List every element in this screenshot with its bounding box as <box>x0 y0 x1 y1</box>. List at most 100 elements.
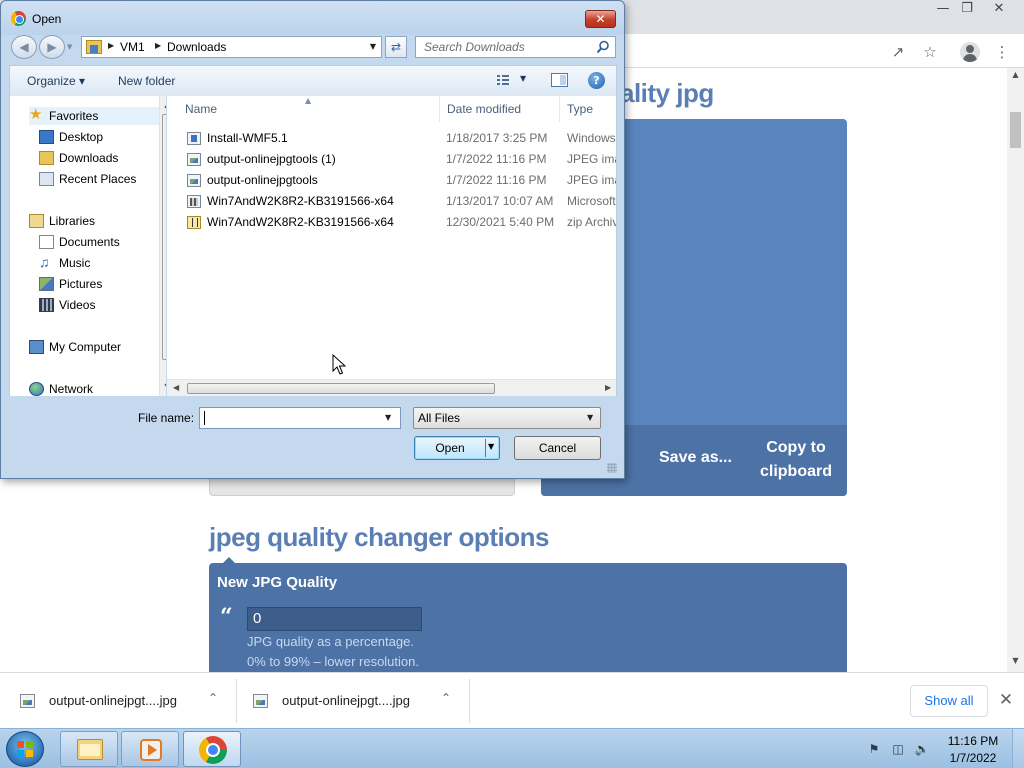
forward-button[interactable]: ▶ <box>39 35 65 59</box>
page-scroll-thumb[interactable] <box>1010 112 1021 148</box>
dialog-title: Open <box>32 12 62 26</box>
show-all-button[interactable]: Show all <box>910 685 988 717</box>
file-type-select[interactable]: All Files ▼ <box>413 407 601 429</box>
nav-scroll-thumb[interactable] <box>162 114 166 360</box>
nav-label: Desktop <box>59 130 104 144</box>
scroll-down-icon[interactable]: ▼ <box>163 382 166 391</box>
file-date: 1/13/2017 10:07 AM <box>446 194 554 208</box>
chevron-down-icon[interactable]: ▼ <box>385 413 391 422</box>
file-row[interactable]: Win7AndW2K8R2-KB3191566-x64 1/13/2017 10… <box>183 192 616 211</box>
close-dialog-button[interactable]: ✕ <box>585 10 616 28</box>
chrome-icon <box>199 736 227 764</box>
open-button-label: Open <box>435 441 465 455</box>
download-item[interactable]: output-onlinejpgt....jpg ⌃ <box>233 673 469 729</box>
image-file-icon <box>187 174 201 187</box>
chevron-up-icon[interactable]: ⌃ <box>205 691 221 709</box>
chevron-down-icon[interactable]: ▼ <box>488 442 494 451</box>
help-icon[interactable]: ? <box>588 72 605 89</box>
back-button[interactable]: ◀ <box>11 35 37 59</box>
chevron-up-icon[interactable]: ⌃ <box>438 691 454 709</box>
bookmark-star-icon[interactable]: ☆ <box>920 42 940 62</box>
views-icon[interactable] <box>496 73 510 87</box>
file-row[interactable]: output-onlinejpgtools (1) 1/7/2022 11:16… <box>183 150 616 169</box>
scroll-up-icon[interactable]: ▲ <box>1011 70 1020 79</box>
share-icon[interactable]: ↗ <box>888 42 908 62</box>
clock-date[interactable]: 1/7/2022 <box>944 751 1002 765</box>
scroll-left-icon[interactable]: ◀ <box>173 383 179 392</box>
hscroll-thumb[interactable] <box>187 383 495 394</box>
preview-pane-icon[interactable] <box>551 73 568 87</box>
download-filename: output-onlinejpgt....jpg <box>49 693 177 708</box>
taskbar-explorer-button[interactable] <box>60 731 118 767</box>
copy-to-clipboard-button[interactable]: Copy to clipboard <box>752 436 840 484</box>
nav-item-favorites[interactable]: ★ Favorites <box>29 107 165 125</box>
resize-grip[interactable] <box>607 463 617 473</box>
action-center-icon[interactable]: ⚑ <box>866 741 882 757</box>
scroll-down-icon[interactable]: ▼ <box>1011 656 1020 665</box>
breadcrumb-downloads[interactable]: Downloads <box>167 40 226 54</box>
taskbar-media-player-button[interactable] <box>121 731 179 767</box>
videos-icon <box>39 298 54 312</box>
search-input[interactable] <box>416 37 592 57</box>
cancel-button[interactable]: Cancel <box>514 436 601 460</box>
taskbar-chrome-button[interactable] <box>183 731 241 767</box>
file-row[interactable]: output-onlinejpgtools 1/7/2022 11:16 PM … <box>183 171 616 190</box>
chevron-down-icon[interactable]: ▼ <box>587 413 593 422</box>
search-icon[interactable] <box>596 40 610 54</box>
organize-label: Organize <box>27 74 76 88</box>
profile-avatar-icon[interactable] <box>960 42 980 62</box>
search-box[interactable] <box>415 36 616 58</box>
file-row[interactable]: Win7AndW2K8R2-KB3191566-x64 12/30/2021 5… <box>183 213 617 232</box>
nav-label: Libraries <box>49 214 96 228</box>
recent-locations-icon[interactable]: ▼ <box>67 41 77 53</box>
save-as-button[interactable]: Save as... <box>659 449 732 467</box>
column-header-name[interactable]: Name <box>185 102 217 116</box>
network-globe-icon <box>29 382 44 396</box>
chrome-icon <box>11 11 26 26</box>
chevron-down-icon[interactable]: ▼ <box>367 40 379 54</box>
nav-label: Downloads <box>59 151 119 165</box>
dialog-titlebar[interactable]: Open ✕ <box>1 1 624 35</box>
chevron-right-icon[interactable]: ▶ <box>155 41 161 50</box>
jpg-quality-input[interactable]: 0 <box>247 607 422 631</box>
close-icon[interactable]: ✕ <box>996 689 1016 711</box>
chevron-right-icon[interactable]: ▶ <box>108 41 114 50</box>
volume-icon[interactable]: 🔈 <box>914 741 930 757</box>
column-divider[interactable] <box>559 96 560 122</box>
organize-button[interactable]: Organize ▾ <box>27 74 85 88</box>
breadcrumb-vm1[interactable]: VM1 <box>120 40 145 54</box>
file-list-hscrollbar[interactable]: ◀ ▶ <box>167 379 616 396</box>
kebab-menu-icon[interactable]: ⋮ <box>992 42 1012 62</box>
close-window-icon[interactable]: ✕ <box>984 0 1014 18</box>
open-button[interactable]: Open ▼ <box>414 436 500 460</box>
page-scrollbar[interactable]: ▲ ▼ <box>1007 68 1024 672</box>
show-desktop-button[interactable] <box>1012 729 1024 768</box>
column-header-type[interactable]: Type <box>567 102 593 116</box>
file-name: Win7AndW2K8R2-KB3191566-x64 <box>207 194 394 208</box>
restore-icon[interactable]: ❐ <box>952 0 982 18</box>
address-bar[interactable]: ▶ VM1 ▶ Downloads ▼ <box>81 36 382 58</box>
refresh-button[interactable]: ⇄ <box>385 36 407 58</box>
recent-places-icon <box>39 172 54 186</box>
media-player-icon <box>140 739 162 761</box>
chevron-down-icon[interactable]: ▼ <box>520 74 526 83</box>
file-type: JPEG imag <box>567 152 616 166</box>
nav-pane-scrollbar[interactable]: ▲ ▼ <box>159 96 166 396</box>
file-name-combobox[interactable]: ▼ <box>199 407 401 429</box>
scroll-up-icon[interactable]: ▲ <box>163 100 166 109</box>
download-filename: output-onlinejpgt....jpg <box>282 693 410 708</box>
scroll-right-icon[interactable]: ▶ <box>605 383 611 392</box>
input-panel <box>209 478 515 496</box>
download-item[interactable]: output-onlinejpgt....jpg ⌃ <box>0 673 236 729</box>
clock-time[interactable]: 11:16 PM <box>944 734 1002 748</box>
file-type: zip Archiv <box>567 215 617 229</box>
file-row[interactable]: Install-WMF5.1 1/18/2017 3:25 PM Windows <box>183 129 616 148</box>
file-date: 12/30/2021 5:40 PM <box>446 215 555 229</box>
column-header-date-modified[interactable]: Date modified <box>447 102 521 116</box>
column-divider[interactable] <box>439 96 440 122</box>
network-icon[interactable]: ◫ <box>890 741 906 757</box>
start-button[interactable] <box>6 731 44 767</box>
file-type: Microsoft <box>567 194 616 208</box>
new-folder-button[interactable]: New folder <box>118 74 175 88</box>
file-name-input[interactable] <box>202 409 384 427</box>
